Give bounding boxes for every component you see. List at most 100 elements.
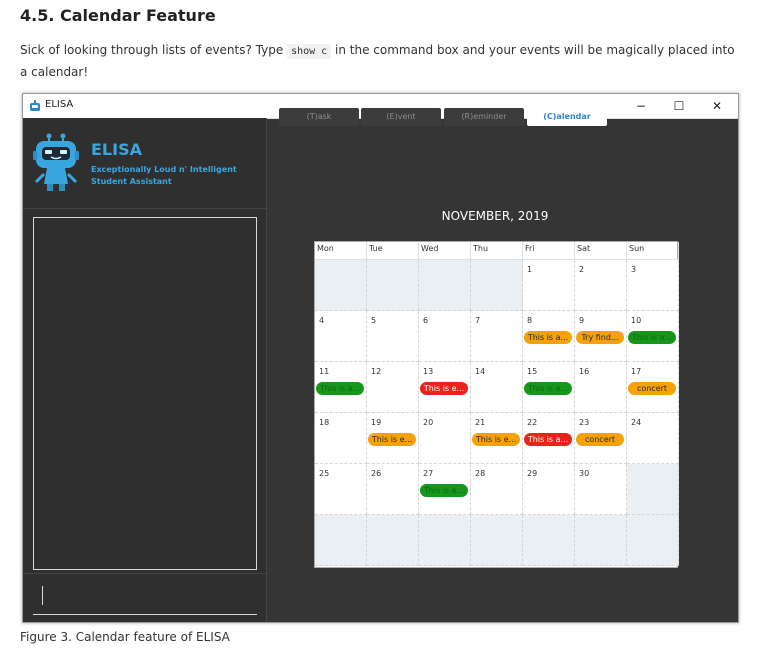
calendar-day-cell[interactable]: 4 xyxy=(315,311,367,362)
day-number: 15 xyxy=(527,367,538,376)
calendar-empty-cell xyxy=(419,515,471,566)
section-heading: 4.5. Calendar Feature xyxy=(20,6,216,25)
calendar-day-cell[interactable]: 16 xyxy=(575,362,627,413)
calendar-day-cell[interactable]: 13 This is e... xyxy=(419,362,471,413)
calendar-day-cell[interactable]: 1 xyxy=(523,260,575,311)
event-pill[interactable]: This is e... xyxy=(472,433,520,446)
day-number: 13 xyxy=(423,367,434,376)
calendar-day-cell[interactable]: 28 xyxy=(471,464,523,515)
calendar-empty-cell xyxy=(523,515,575,566)
app-tagline: Exceptionally Loud n' Intelligent Studen… xyxy=(91,164,251,188)
calendar-day-cell[interactable]: 20 xyxy=(419,413,471,464)
day-number: 5 xyxy=(371,316,377,325)
weekday-header: Mon xyxy=(315,242,367,260)
day-number: 8 xyxy=(527,316,533,325)
calendar-day-cell[interactable]: 30 xyxy=(575,464,627,515)
maximize-button[interactable]: ☐ xyxy=(664,96,694,116)
calendar-day-cell[interactable]: 5 xyxy=(367,311,419,362)
calendar-day-cell[interactable]: 24 xyxy=(627,413,679,464)
event-pill[interactable]: Try find... xyxy=(576,331,624,344)
calendar-day-cell[interactable]: 12 xyxy=(367,362,419,413)
event-pill[interactable]: This is a... xyxy=(524,331,572,344)
calendar-empty-cell xyxy=(315,260,367,311)
intro-paragraph: Sick of looking through lists of events?… xyxy=(20,40,745,82)
calendar-day-cell[interactable]: 21 This is e... xyxy=(471,413,523,464)
weekday-header: Fri xyxy=(523,242,575,260)
calendar-day-cell[interactable]: 11 This is a... xyxy=(315,362,367,413)
calendar-month-title: NOVEMBER, 2019 xyxy=(441,209,549,223)
weekday-header: Wed xyxy=(419,242,471,260)
day-number: 30 xyxy=(579,469,590,478)
tagline-line-1: Exceptionally Loud n' Intelligent xyxy=(91,165,237,174)
weekday-header: Thu xyxy=(471,242,523,260)
event-pill[interactable]: concert xyxy=(576,433,624,446)
calendar-day-cell[interactable]: 27 This is e... xyxy=(419,464,471,515)
day-number: 7 xyxy=(475,316,481,325)
figure-caption: Figure 3. Calendar feature of ELISA xyxy=(20,630,230,644)
event-pill[interactable]: This is a... xyxy=(524,433,572,446)
tab-task[interactable]: (T)ask xyxy=(279,108,359,126)
calendar-day-cell[interactable]: 29 xyxy=(523,464,575,515)
calendar-empty-cell xyxy=(627,515,679,566)
calendar-empty-cell xyxy=(471,515,523,566)
day-number: 28 xyxy=(475,469,486,478)
intro-text-start: Sick of looking through lists of events?… xyxy=(20,43,288,57)
event-pill[interactable]: This is e... xyxy=(420,382,468,395)
calendar-empty-cell xyxy=(419,260,471,311)
day-number: 17 xyxy=(631,367,642,376)
day-number: 23 xyxy=(579,418,590,427)
day-number: 10 xyxy=(631,316,642,325)
event-pill[interactable]: concert xyxy=(628,382,676,395)
divider xyxy=(23,573,266,574)
calendar-day-cell[interactable]: 9 Try find... xyxy=(575,311,627,362)
calendar-day-cell[interactable]: 10 This is a... xyxy=(627,311,679,362)
calendar-day-cell[interactable]: 3 xyxy=(627,260,679,311)
day-number: 2 xyxy=(579,265,585,274)
tab-calendar[interactable]: (C)alendar xyxy=(527,108,607,126)
day-number: 29 xyxy=(527,469,538,478)
calendar-day-cell[interactable]: 2 xyxy=(575,260,627,311)
calendar-empty-cell xyxy=(367,515,419,566)
day-number: 24 xyxy=(631,418,642,427)
calendar-day-cell[interactable]: 6 xyxy=(419,311,471,362)
calendar-day-cell[interactable]: 26 xyxy=(367,464,419,515)
calendar-day-cell[interactable]: 22 This is a... xyxy=(523,413,575,464)
response-output-area[interactable] xyxy=(33,217,257,570)
calendar-day-cell[interactable]: 23 concert xyxy=(575,413,627,464)
app-window: ELISA − ☐ ✕ ELISA Exceptionally Loud n' … xyxy=(22,93,739,623)
day-number: 6 xyxy=(423,316,429,325)
app-name: ELISA xyxy=(91,140,142,159)
day-number: 26 xyxy=(371,469,382,478)
calendar-day-cell[interactable]: 14 xyxy=(471,362,523,413)
close-button[interactable]: ✕ xyxy=(702,96,732,116)
sidebar: ELISA Exceptionally Loud n' Intelligent … xyxy=(23,118,267,622)
tab-reminder[interactable]: (R)eminder xyxy=(444,108,524,126)
weekday-header: Sun xyxy=(627,242,679,260)
event-pill[interactable]: This is e... xyxy=(524,382,572,395)
tab-event[interactable]: (E)vent xyxy=(361,108,441,126)
day-number: 25 xyxy=(319,469,330,478)
calendar-day-cell[interactable]: 17 concert xyxy=(627,362,679,413)
window-title: ELISA xyxy=(45,99,74,110)
day-number: 27 xyxy=(423,469,434,478)
calendar-day-cell[interactable]: 15 This is e... xyxy=(523,362,575,413)
calendar-day-cell[interactable]: 18 xyxy=(315,413,367,464)
command-input[interactable] xyxy=(33,580,257,615)
day-number: 9 xyxy=(579,316,585,325)
calendar-day-cell[interactable]: 8 This is a... xyxy=(523,311,575,362)
calendar-day-cell[interactable]: 7 xyxy=(471,311,523,362)
calendar-grid: Mon Tue Wed Thu Fri Sat Sun 1 2 3 4 5 6 7 8 This is a..… xyxy=(314,241,679,568)
day-number: 1 xyxy=(527,265,533,274)
calendar-day-cell[interactable]: 19 This is e... xyxy=(367,413,419,464)
robot-icon xyxy=(30,100,40,111)
calendar-day-cell[interactable]: 25 xyxy=(315,464,367,515)
event-pill[interactable]: This is a... xyxy=(628,331,676,344)
event-pill[interactable]: This is a... xyxy=(316,382,364,395)
divider xyxy=(23,208,266,209)
day-number: 11 xyxy=(319,367,330,376)
day-number: 19 xyxy=(371,418,382,427)
day-number: 16 xyxy=(579,367,590,376)
event-pill[interactable]: This is e... xyxy=(420,484,468,497)
event-pill[interactable]: This is e... xyxy=(368,433,416,446)
minimize-button[interactable]: − xyxy=(626,96,656,116)
